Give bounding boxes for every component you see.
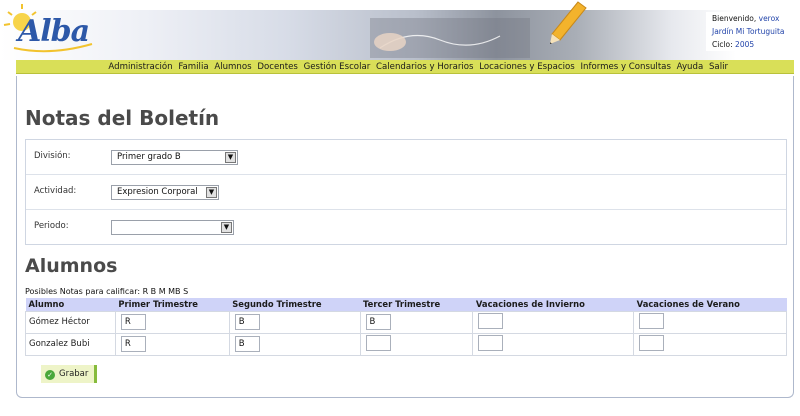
grade-input[interactable]: B xyxy=(234,314,260,330)
grade-cell: R xyxy=(114,310,230,334)
school-link[interactable]: Jardín Mi Tortuguita xyxy=(712,25,798,38)
students-title: Alumnos xyxy=(25,255,118,277)
logo-text: Alba xyxy=(18,14,90,49)
grade-input[interactable] xyxy=(365,334,391,351)
column-header-summer-break: Vacaciones de Verano xyxy=(633,298,787,311)
grade-cell xyxy=(472,332,635,356)
cycle-link[interactable]: 2005 xyxy=(735,40,754,49)
grade-input[interactable]: B xyxy=(234,336,260,352)
nav-item-calendarios[interactable]: Calendarios y Horarios xyxy=(376,60,474,74)
save-button-label: Grabar xyxy=(59,369,89,379)
username-link[interactable]: verox xyxy=(759,14,780,23)
student-name: Gómez Héctor xyxy=(25,310,116,334)
column-header-second-term: Segundo Trimestre xyxy=(229,298,361,311)
nav-item-docentes[interactable]: Docentes xyxy=(257,60,297,74)
activity-select-value: Expresion Corporal xyxy=(117,187,198,197)
column-header-third-term: Tercer Trimestre xyxy=(360,298,473,311)
grade-input[interactable]: R xyxy=(120,314,146,330)
main-nav: Administración Familia Alumnos Docentes … xyxy=(16,60,794,74)
division-select[interactable]: Primer grado B ▼ xyxy=(111,150,238,165)
grade-cell xyxy=(472,310,635,334)
grade-input[interactable] xyxy=(639,312,665,329)
grade-cell: B xyxy=(228,310,361,334)
student-name: Gonzalez Bubi xyxy=(25,332,116,356)
activity-select[interactable]: Expresion Corporal ▼ xyxy=(111,185,219,200)
grade-cell: B xyxy=(228,332,361,356)
grades-table: Alumno Primer Trimestre Segundo Trimestr… xyxy=(25,298,787,356)
column-header-student: Alumno xyxy=(25,298,116,311)
nav-item-locaciones[interactable]: Locaciones y Espacios xyxy=(479,60,575,74)
welcome-label: Bienvenido, xyxy=(712,14,757,23)
nav-item-salir[interactable]: Salir xyxy=(709,60,728,74)
logo[interactable]: Alba xyxy=(0,0,110,58)
grade-input[interactable]: B xyxy=(365,314,391,330)
table-row: Gonzalez Bubi R B xyxy=(25,332,787,356)
chevron-down-icon: ▼ xyxy=(206,187,217,198)
column-header-winter-break: Vacaciones de Invierno xyxy=(472,298,634,311)
division-label: División: xyxy=(34,151,71,161)
chevron-down-icon: ▼ xyxy=(221,222,232,233)
chevron-down-icon: ▼ xyxy=(225,152,236,163)
grade-input[interactable] xyxy=(478,312,504,329)
grade-cell xyxy=(633,332,787,356)
save-button[interactable]: ✓ Grabar xyxy=(41,365,98,383)
table-row: Gómez Héctor R B B xyxy=(25,310,787,334)
division-select-value: Primer grado B xyxy=(117,152,181,162)
nav-item-gestion-escolar[interactable]: Gestión Escolar xyxy=(304,60,371,74)
activity-label: Actividad: xyxy=(34,186,77,196)
content-panel: Notas del Boletín División: Primer grado… xyxy=(16,76,794,398)
period-label: Periodo: xyxy=(34,221,69,231)
nav-item-informes[interactable]: Informes y Consultas xyxy=(580,60,670,74)
pencil-icon xyxy=(550,1,587,44)
grade-input[interactable] xyxy=(639,334,665,351)
grade-cell: R xyxy=(114,332,230,356)
grade-input[interactable]: R xyxy=(120,336,146,352)
checkmark-icon: ✓ xyxy=(45,370,55,380)
grade-cell: B xyxy=(359,310,474,334)
column-header-first-term: Primer Trimestre xyxy=(115,298,230,311)
page-title: Notas del Boletín xyxy=(25,106,220,130)
nav-item-ayuda[interactable]: Ayuda xyxy=(677,60,704,74)
filter-row-activity: Actividad: Expresion Corporal ▼ xyxy=(26,175,786,210)
user-info: Bienvenido, verox Jardín Mi Tortuguita C… xyxy=(706,12,798,51)
filter-row-period: Periodo: ▼ xyxy=(26,210,786,245)
possible-grades-note: Posibles Notas para calificar: R B M MB … xyxy=(25,287,189,296)
nav-item-familia[interactable]: Familia xyxy=(178,60,208,74)
nav-item-alumnos[interactable]: Alumnos xyxy=(214,60,251,74)
chalkboard-hand-illustration xyxy=(370,18,530,58)
nav-item-administracion[interactable]: Administración xyxy=(108,60,172,74)
grade-cell xyxy=(633,310,787,334)
header: Alba Bienvenido, verox Jardín Mi Tortugu… xyxy=(0,0,800,60)
cycle-label: Ciclo: xyxy=(712,40,733,49)
grade-cell xyxy=(359,332,474,356)
grade-input[interactable] xyxy=(478,334,504,351)
period-select[interactable]: ▼ xyxy=(111,220,234,235)
filter-form: División: Primer grado B ▼ Actividad: Ex… xyxy=(25,139,787,245)
table-header-row: Alumno Primer Trimestre Segundo Trimestr… xyxy=(25,298,787,311)
filter-row-division: División: Primer grado B ▼ xyxy=(26,140,786,175)
